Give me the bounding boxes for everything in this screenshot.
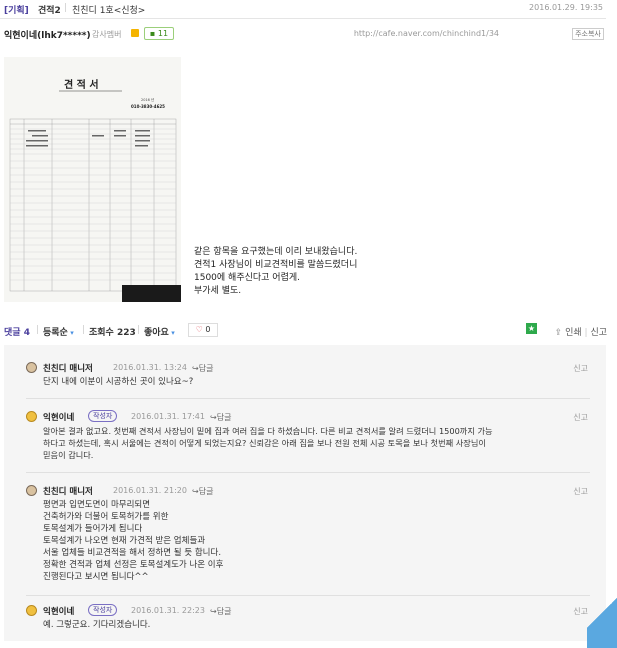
board-name[interactable]: 친친디 1호<신청>	[72, 3, 145, 16]
star-icon[interactable]: ★	[526, 323, 537, 334]
comment-date: 2016.01.31. 22:23	[131, 606, 205, 615]
avatar[interactable]	[26, 362, 37, 373]
stats-separator: |	[137, 325, 141, 335]
comment-divider	[26, 472, 590, 473]
comment-author[interactable]: 익현이네	[43, 605, 74, 617]
body-line: 부가세 별도.	[194, 286, 242, 296]
comment-text: 예. 그렇군요. 기다리겠습니다.	[43, 620, 151, 630]
author-name[interactable]: 익현이네(lhk7*****)	[4, 28, 91, 41]
comment-item: 친친디 매니저 2016.01.31. 21:20 ↪답글 신고 평면과 입면도…	[26, 485, 588, 583]
comment-date: 2016.01.31. 13:24	[113, 363, 187, 372]
comments-toggle[interactable]: 댓글 4	[4, 325, 30, 338]
comment-report-link[interactable]: 신고	[573, 606, 588, 617]
reply-arrow-icon: ↪	[192, 487, 199, 496]
title-divider	[0, 18, 606, 19]
title-separator: |	[64, 3, 68, 13]
comment-text: 알아본 결과 없고요. 첫번째 견적서 사장님이 밑에 집과 여러 집을 다 하…	[43, 426, 493, 460]
avatar[interactable]	[26, 605, 37, 616]
post-title-bar: [기획] 견적2 | 친친디 1호<신청> 2016.01.29. 19:35	[0, 0, 617, 18]
report-link[interactable]: 신고	[590, 328, 607, 338]
stats-separator: |	[82, 325, 86, 335]
post-actions: ⇪ 인쇄 | 신고	[554, 328, 607, 338]
comment-divider	[26, 595, 590, 596]
post-category[interactable]: [기획]	[4, 3, 29, 16]
reply-arrow-icon: ↪	[192, 364, 199, 373]
comment-item: 친친디 매니저 2016.01.31. 13:24 ↪답글 신고 단지 내에 이…	[26, 362, 588, 388]
comment-author[interactable]: 친친디 매니저	[43, 485, 93, 497]
level-badge-icon	[131, 29, 139, 37]
comment-bubble-icon: ▪	[149, 29, 158, 38]
stats-separator: |	[36, 325, 40, 335]
copy-url-button[interactable]: 주소복사	[572, 28, 604, 40]
likes-dropdown[interactable]: 좋아요 ▾	[144, 325, 175, 338]
post-stats-row: 댓글 4 | 등록순 ▾ | 조회수 223 | 좋아요 ▾ ♡ 0 ★ ⇪ 인…	[0, 323, 617, 339]
share-icon[interactable]: ⇪	[555, 328, 563, 338]
view-count: 조회수 223	[89, 328, 136, 338]
reply-button[interactable]: ↪답글	[210, 606, 231, 617]
chevron-down-icon: ▾	[67, 329, 74, 337]
heart-icon: ♡	[195, 325, 206, 334]
comments-section: 친친디 매니저 2016.01.31. 13:24 ↪답글 신고 단지 내에 이…	[4, 345, 606, 641]
comment-date: 2016.01.31. 21:20	[113, 486, 187, 495]
avatar[interactable]	[26, 411, 37, 422]
reply-button[interactable]: ↪답글	[192, 363, 213, 374]
comment-report-link[interactable]: 신고	[573, 363, 588, 374]
chevron-down-icon: ▾	[168, 329, 175, 337]
reply-button[interactable]: ↪답글	[192, 486, 213, 497]
body-line: 1500에 해주신다고 어렵게.	[194, 273, 301, 283]
reply-button[interactable]: ↪답글	[210, 412, 231, 423]
doc-heading: 견 적 서	[64, 78, 99, 91]
author-tag-badge: 작성자	[88, 604, 118, 616]
comment-item: 익현이네 작성자 2016.01.31. 22:23 ↪답글 신고 예. 그렇군…	[26, 604, 588, 631]
avatar[interactable]	[26, 485, 37, 496]
print-link[interactable]: 인쇄	[565, 328, 582, 338]
like-button[interactable]: ♡ 0	[188, 323, 218, 337]
comment-text: 평면과 입면도면이 마무리되면 건축허가와 더불어 토목허가를 위한 토목설계가…	[43, 500, 224, 582]
comment-text: 단지 내에 이분이 시공하신 곳이 있나요~?	[43, 377, 194, 387]
post-date: 2016.01.29. 19:35	[529, 3, 603, 12]
author-tag-badge: 작성자	[88, 410, 118, 422]
author-row: 익현이네(lhk7*****) 감사멤버 ▪ 11 http://cafe.na…	[0, 27, 617, 44]
comment-item: 익현이네 작성자 2016.01.31. 17:41 ↪답글 신고 알아본 결과…	[26, 410, 588, 461]
post-body: 같은 항목을 요구했는데 이리 보내왔습니다. 견적1 사장님이 비교견적비를 …	[194, 246, 357, 298]
doc-date: 2016 년	[141, 97, 154, 102]
comment-report-link[interactable]: 신고	[573, 486, 588, 497]
body-line: 견적1 사장님이 비교견적비를 말씀드렸더니	[194, 260, 358, 270]
doc-phone: 010-3830-4625	[131, 104, 165, 109]
comment-count-badge[interactable]: ▪ 11	[144, 27, 174, 40]
corner-decoration	[587, 578, 617, 648]
comment-divider	[26, 398, 590, 399]
body-line: 같은 항목을 요구했는데 이리 보내왔습니다.	[194, 247, 358, 257]
sort-dropdown[interactable]: 등록순 ▾	[43, 325, 74, 338]
member-level: 감사멤버	[92, 30, 122, 39]
estimate-sheet-graphic: 견 적 서 2016 년 010-3830-4625	[4, 57, 181, 302]
comment-report-link[interactable]: 신고	[573, 412, 588, 423]
comment-author[interactable]: 친친디 매니저	[43, 362, 93, 374]
comment-date: 2016.01.31. 17:41	[131, 412, 205, 421]
reply-arrow-icon: ↪	[210, 413, 217, 422]
reply-arrow-icon: ↪	[210, 607, 217, 616]
comment-author[interactable]: 익현이네	[43, 411, 74, 423]
post-url[interactable]: http://cafe.naver.com/chinchind1/34	[354, 29, 499, 38]
post-title: 견적2	[38, 6, 61, 16]
estimate-document-image[interactable]: 견 적 서 2016 년 010-3830-4625	[4, 57, 181, 302]
